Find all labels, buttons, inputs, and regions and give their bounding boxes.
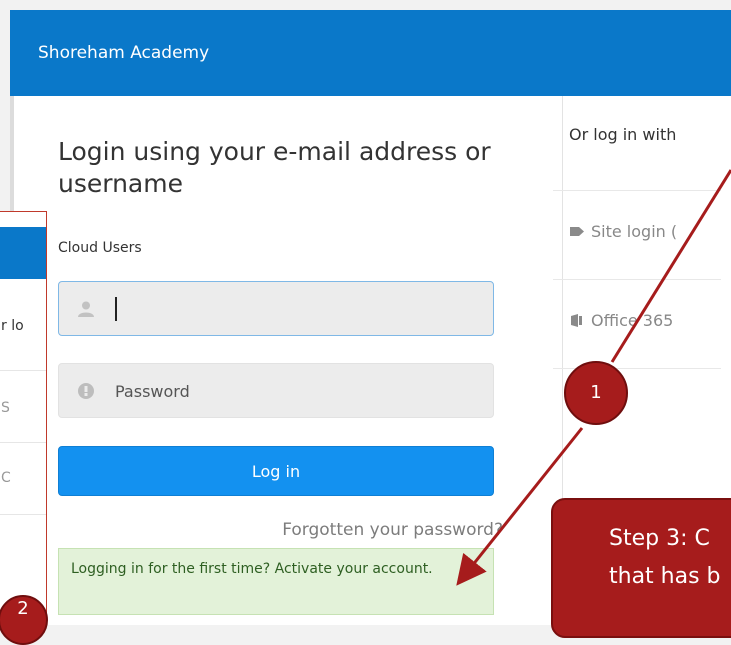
forgot-password-link[interactable]: Forgotten your password? <box>282 520 503 540</box>
inset-header <box>0 227 46 279</box>
site-login-label: Site login ( <box>591 222 678 241</box>
user-icon <box>78 301 94 317</box>
inset-screenshot: r lo S C <box>0 211 47 621</box>
callout-1: 1 <box>564 361 628 425</box>
username-input[interactable] <box>58 281 494 336</box>
divider <box>0 514 46 515</box>
step-line: that has b <box>609 564 721 589</box>
site-header: Shoreham Academy <box>10 10 731 96</box>
office365-login-link[interactable]: Office 365 <box>569 311 673 330</box>
office-icon <box>571 314 582 327</box>
password-placeholder: Password <box>115 382 190 401</box>
step-line: Step 3: C <box>609 526 710 551</box>
inset-text: C <box>1 470 11 486</box>
cloud-users-label: Cloud Users <box>58 240 142 256</box>
activate-account-text: Logging in for the first time? Activate … <box>71 561 433 577</box>
divider <box>553 190 721 191</box>
site-login-icon <box>570 227 584 236</box>
inset-text: r lo <box>1 318 24 334</box>
text-cursor <box>115 297 117 321</box>
alt-login-heading: Or log in with <box>569 125 677 144</box>
inset-text: S <box>1 400 10 416</box>
callout-2: 2 <box>0 595 48 645</box>
divider <box>553 279 721 280</box>
office365-label: Office 365 <box>591 311 674 330</box>
login-button[interactable]: Log in <box>58 446 494 496</box>
activate-account-notice[interactable]: Logging in for the first time? Activate … <box>58 548 494 615</box>
divider <box>0 442 46 443</box>
divider <box>0 370 46 371</box>
site-title: Shoreham Academy <box>38 43 210 63</box>
login-heading: Login using your e-mail address or usern… <box>58 137 491 198</box>
site-login-link[interactable]: Site login ( <box>569 222 677 241</box>
password-icon <box>78 383 94 399</box>
password-input[interactable]: Password <box>58 363 494 418</box>
step-instruction-box: Step 3: C that has b <box>551 498 731 638</box>
